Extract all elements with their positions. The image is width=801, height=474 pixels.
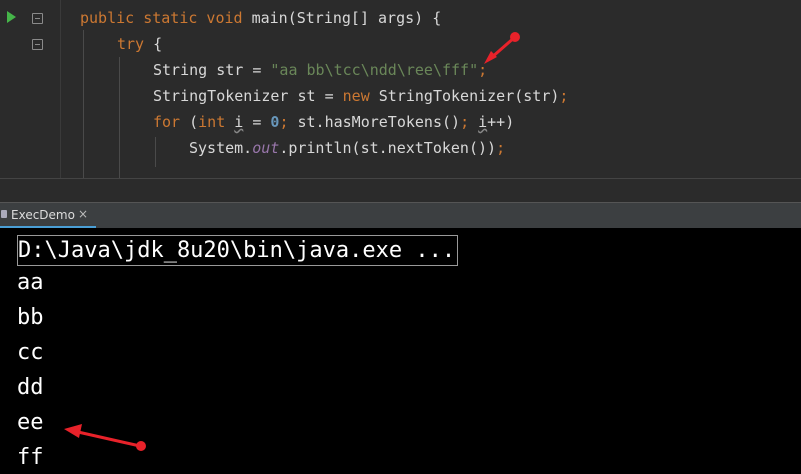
- code-token: i: [234, 113, 244, 131]
- code-token: ;: [559, 87, 569, 105]
- code-token: out: [252, 139, 280, 157]
- code-token: String str =: [153, 61, 271, 79]
- code-line-for-loop: for (int i = 0; st.hasMoreTokens(); i++): [153, 112, 514, 132]
- code-token: ;: [496, 139, 506, 157]
- console-output-line: ee: [17, 410, 44, 435]
- console-output-line: cc: [17, 340, 44, 365]
- indent-guide: [155, 137, 156, 167]
- indent-guide: [119, 57, 120, 178]
- code-line-println: System.out.println(st.nextToken());: [189, 138, 505, 158]
- code-editor[interactable]: public static void main(String[] args) {…: [0, 0, 801, 178]
- console-tab-icon: [1, 210, 7, 218]
- code-token: StringTokenizer(str): [378, 87, 560, 105]
- code-token: main(String[] args) {: [251, 9, 442, 27]
- fold-icon[interactable]: [32, 39, 43, 50]
- close-icon[interactable]: ×: [78, 207, 88, 221]
- code-line-try: try {: [117, 34, 162, 54]
- code-token: ++): [487, 113, 515, 131]
- code-token: st.hasMoreTokens(): [297, 113, 461, 131]
- code-token: "aa bb\tcc\ndd\ree\fff": [270, 61, 479, 79]
- code-line-tokenizer-declaration: StringTokenizer st = new StringTokenizer…: [153, 86, 568, 106]
- run-icon[interactable]: [7, 11, 16, 23]
- code-token: new: [342, 87, 379, 105]
- run-tool-window-header: ExecDemo ×: [0, 202, 801, 229]
- fold-icon[interactable]: [32, 13, 43, 24]
- editor-bottom-strip: [0, 178, 801, 203]
- code-token: int: [198, 113, 235, 131]
- indent-guide: [83, 30, 84, 178]
- console-output-line: dd: [17, 375, 44, 400]
- code-token: .println(st.nextToken()): [279, 139, 497, 157]
- code-token: {: [153, 35, 163, 53]
- code-token: System.: [189, 139, 253, 157]
- code-token: ;: [460, 113, 479, 131]
- gutter-separator: [60, 0, 61, 178]
- code-line-method-signature: public static void main(String[] args) {: [80, 8, 441, 28]
- console-output-line: aa: [17, 270, 44, 295]
- code-token: (: [189, 113, 199, 131]
- code-token: try: [117, 35, 154, 53]
- console-output[interactable]: D:\Java\jdk_8u20\bin\java.exe ... aa bb …: [0, 228, 801, 474]
- code-token: ;: [279, 113, 298, 131]
- console-output-line: ff: [17, 445, 44, 470]
- code-token: StringTokenizer st =: [153, 87, 343, 105]
- code-line-string-declaration: String str = "aa bb\tcc\ndd\ree\fff";: [153, 60, 487, 80]
- tab-execdemo[interactable]: ExecDemo ×: [0, 203, 96, 229]
- console-output-line: bb: [17, 305, 44, 330]
- code-token: for: [153, 113, 190, 131]
- code-token: public static void: [80, 9, 252, 27]
- tab-execdemo-label: ExecDemo: [11, 208, 75, 222]
- code-token: =: [243, 113, 271, 131]
- code-token: ;: [478, 61, 488, 79]
- code-token: i: [478, 113, 488, 131]
- console-command-line[interactable]: D:\Java\jdk_8u20\bin\java.exe ...: [17, 235, 459, 266]
